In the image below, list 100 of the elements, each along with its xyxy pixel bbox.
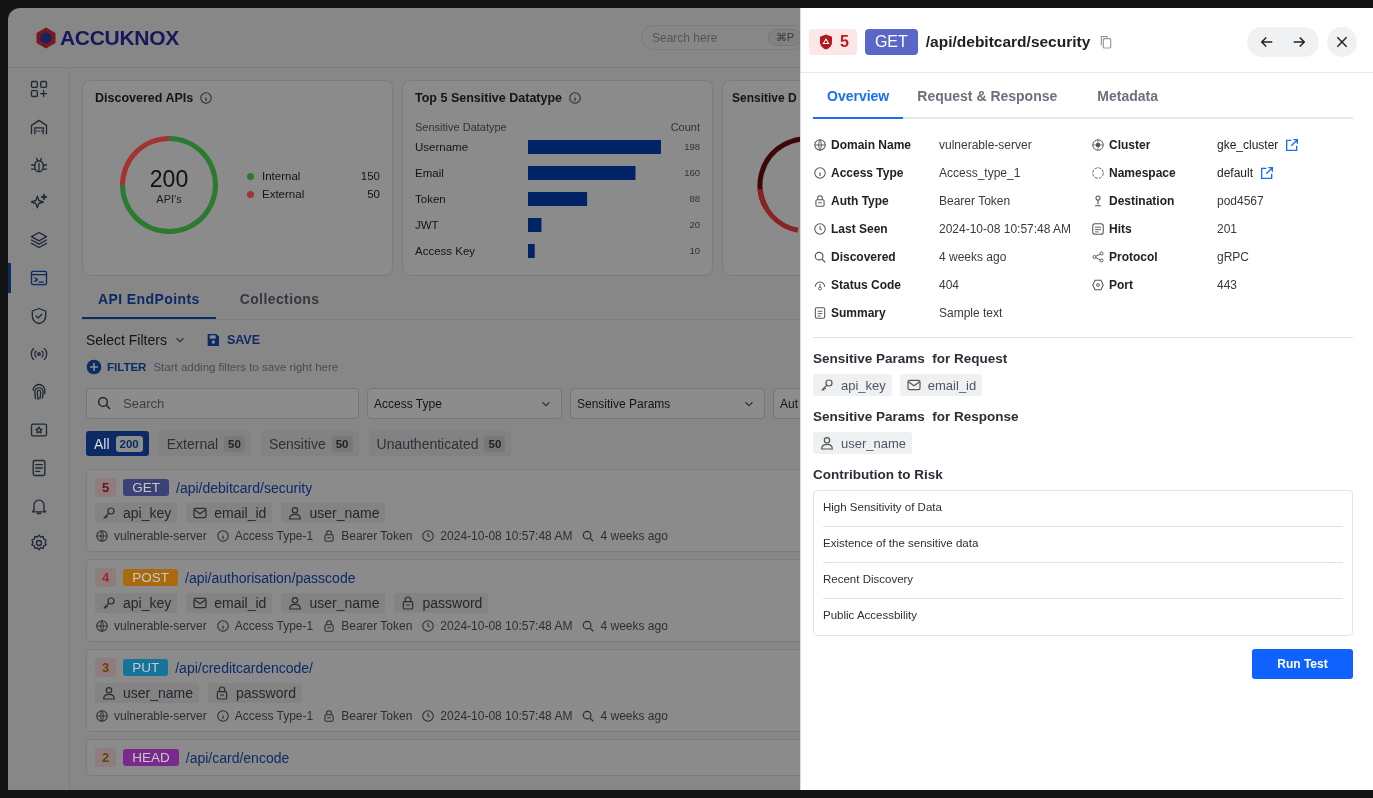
field-label: Summary: [831, 306, 886, 320]
info-icon: [215, 619, 230, 633]
user-icon: [287, 595, 304, 611]
meta-text: vulnerable-server: [114, 709, 207, 723]
endpoint-path[interactable]: /api/debitcard/security: [176, 479, 313, 496]
method-badge: HEAD: [123, 749, 179, 766]
meta-text: 4 weeks ago: [600, 529, 668, 543]
logo-text: ACCUKNOX: [60, 25, 179, 50]
field-value: Access_type_1: [939, 166, 1021, 180]
meta-text: Bearer Token: [341, 619, 413, 633]
column-header: Count: [670, 121, 700, 133]
search-field[interactable]: Search: [86, 388, 359, 419]
run-test-button[interactable]: Run Test: [1252, 649, 1353, 679]
param-tag: api_key: [813, 374, 892, 396]
save-button[interactable]: SAVE: [204, 332, 261, 348]
hexagon-icon: [1091, 278, 1105, 292]
add-filter-button[interactable]: FILTER: [86, 359, 147, 375]
mail-icon: [192, 505, 209, 521]
card-title: Discovered APIs: [95, 91, 194, 105]
param-tag: email_id: [899, 374, 983, 396]
field-value[interactable]: gke_cluster: [1217, 138, 1279, 152]
tab[interactable]: API EndPoints: [82, 284, 216, 319]
field-label: Status Code: [831, 278, 901, 292]
risk-score: 4: [95, 568, 117, 587]
filter-chip[interactable]: External 50: [158, 431, 251, 456]
endpoint-card[interactable]: 2 HEAD /api/card/encode: [86, 739, 800, 776]
endpoint-path[interactable]: /api/authorisation/passcode: [185, 569, 356, 586]
info-icon[interactable]: [568, 91, 583, 105]
close-button[interactable]: [1327, 27, 1357, 57]
field-value: vulnerable-server: [939, 138, 1032, 152]
field-label: Destination: [1109, 194, 1175, 208]
meta-text: 2024-10-08 10:57:48 AM: [440, 709, 573, 723]
param-tag: password: [394, 593, 489, 613]
endpoint-path[interactable]: /api/creditcardencode/: [175, 659, 313, 676]
tab[interactable]: Metadata: [1083, 80, 1172, 117]
meta-text: Access Type-1: [234, 709, 314, 723]
field-label: Port: [1109, 278, 1133, 292]
risk-item: Public Accessbility: [823, 608, 918, 623]
bar: [528, 217, 542, 232]
dashboard-icon: [28, 78, 49, 99]
method-badge: PUT: [123, 659, 169, 676]
field-label: Hits: [1109, 222, 1132, 236]
field-label: Access Type: [831, 166, 904, 180]
lock-icon: [813, 194, 827, 208]
field-value[interactable]: default: [1217, 166, 1254, 180]
info-icon[interactable]: [199, 91, 214, 105]
risk-score: 3: [95, 658, 117, 677]
filter-chip[interactable]: All 200: [86, 431, 149, 456]
filter-chip[interactable]: Unauthenticated 50: [368, 431, 512, 456]
risk-item: Existence of the sensitive data: [823, 527, 1343, 563]
mail-icon: [192, 595, 209, 611]
filter-chip[interactable]: Sensitive 50: [260, 431, 359, 456]
select-filters-dropdown[interactable]: Select Filters: [86, 332, 187, 348]
field-label: Domain Name: [831, 138, 912, 152]
search-icon: [581, 619, 596, 633]
meta-text: 2024-10-08 10:57:48 AM: [440, 619, 573, 633]
lock-icon: [322, 709, 337, 723]
bar-label: JWT: [415, 218, 440, 231]
field-value: 201: [1217, 222, 1238, 236]
external-link-icon[interactable]: [1259, 165, 1276, 181]
field-value: 443: [1217, 278, 1238, 292]
cluster-icon: [1091, 138, 1105, 152]
plus-circle-icon: [86, 359, 102, 375]
field-value: 404: [939, 278, 960, 292]
tab[interactable]: Request & Response: [903, 80, 1072, 117]
bar-label: Username: [415, 140, 470, 153]
param-tag: password: [208, 683, 302, 703]
external-link-icon[interactable]: [1284, 137, 1301, 153]
endpoint-card[interactable]: 4 POST /api/authorisation/passcode api_key email_id user_name password vulnerable-server Access Type-1 Bearer Token 2024-10-08 10:57:48 AM 4 weeks ago: [86, 559, 800, 642]
key-icon: [101, 595, 117, 611]
param-tag: user_name: [813, 432, 913, 454]
field-value: 2024-10-08 10:57:48 AM: [939, 222, 1072, 236]
endpoint-path[interactable]: /api/card/encode: [185, 749, 290, 766]
meta-text: Bearer Token: [341, 529, 413, 543]
clock-icon: [421, 709, 436, 723]
meta-text: Access Type-1: [234, 529, 314, 543]
column-header: Sensitive Datatype: [415, 121, 507, 133]
tab[interactable]: Collections: [223, 284, 336, 319]
param-tag: user_name: [281, 503, 386, 523]
globe-icon: [95, 529, 109, 543]
info-icon: [813, 166, 827, 180]
field-value: gRPC: [1217, 250, 1249, 264]
endpoint-card[interactable]: 3 PUT /api/creditcardencode/ user_name password vulnerable-server Access Type-1 Bearer Token 2024-10-08 10:57:48 AM 4 weeks ago: [86, 649, 800, 732]
tab[interactable]: Overview: [813, 80, 904, 119]
legend-label: Internal: [262, 170, 302, 182]
field-label: Protocol: [1109, 250, 1158, 264]
bar-label: Email: [415, 166, 445, 179]
bar: [528, 243, 535, 258]
bar-value: 198: [683, 141, 700, 152]
meta-text: 4 weeks ago: [600, 709, 668, 723]
meta-text: vulnerable-server: [114, 529, 207, 543]
shield-warning-icon: [817, 33, 835, 51]
filter-dropdown[interactable]: Aut: [773, 388, 800, 419]
filter-dropdown[interactable]: Sensitive Params: [570, 388, 765, 419]
filter-dropdown[interactable]: Access Type: [367, 388, 562, 419]
meta-text: 2024-10-08 10:57:48 AM: [440, 529, 573, 543]
endpoint-card[interactable]: 5 GET /api/debitcard/security api_key email_id user_name vulnerable-server Access Type-1 Bearer Token 2024-10-08 10:57:48 AM 4 weeks ago: [86, 469, 800, 552]
filter-hint: Start adding filters to save right here: [153, 361, 339, 373]
card-title: Top 5 Sensitive Datatype: [415, 91, 563, 105]
clock-icon: [813, 222, 827, 236]
